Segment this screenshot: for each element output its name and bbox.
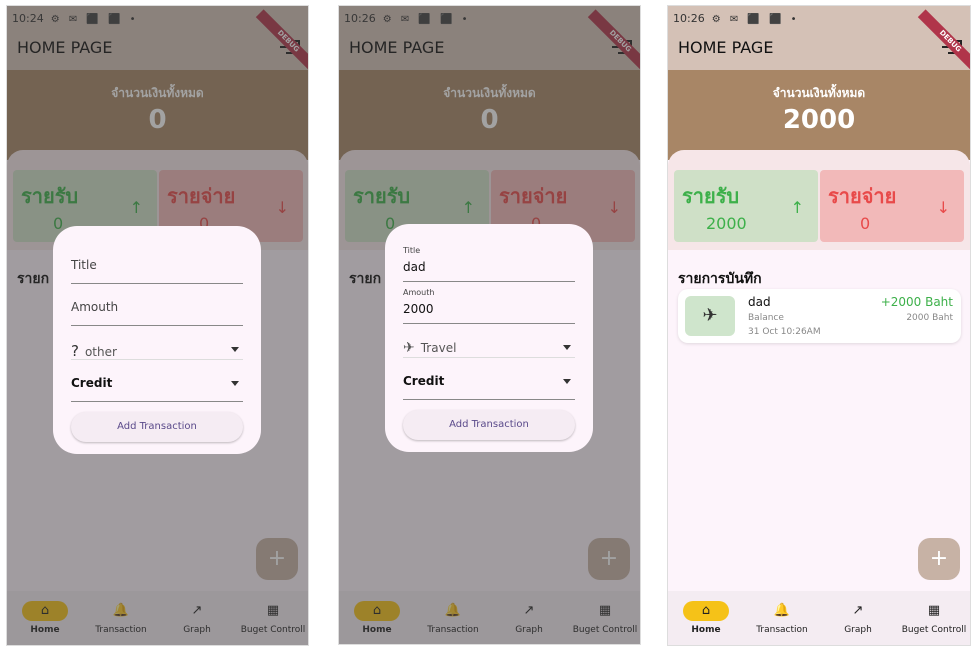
nav-budget-label: Buget Controll	[901, 625, 967, 635]
nav-home[interactable]: ⌂ Home	[668, 591, 744, 645]
title-value: dad	[403, 260, 426, 274]
transaction-name: dad	[748, 295, 771, 309]
expense-value: 0	[860, 214, 871, 233]
title-field[interactable]: Title dad	[403, 242, 575, 282]
nav-transaction-label: Transaction	[756, 625, 808, 635]
income-card[interactable]: รายรับ 2000 ↑	[674, 170, 818, 242]
amount-value: 2000	[403, 302, 434, 316]
arrow-up-icon: ↑	[790, 198, 804, 217]
screen-home-add-empty: 10:24 ⚙ ✉ ⬛ ⬛ • HOME PAGE DEBUG จำนวนเงิน…	[6, 5, 309, 646]
title-label: Title	[403, 246, 421, 255]
arrow-down-icon: ↓	[936, 198, 950, 217]
airplane-icon: ✈	[403, 340, 415, 356]
amount-label: Amouth	[403, 288, 435, 297]
screen-home-result: 10:26 ⚙ ✉ ⬛ ⬛ • HOME PAGE DEBUG จำนวนเงิน…	[667, 5, 971, 646]
nav-transaction[interactable]: 🔔 Transaction	[744, 591, 820, 645]
balance-total: 2000	[782, 105, 856, 135]
balance-summary: จำนวนเงินทั้งหมด 2000	[668, 70, 970, 160]
balance-caption: Balance	[748, 313, 784, 323]
add-fab-button[interactable]: +	[918, 538, 960, 580]
list-title: รายการบันทึก	[678, 271, 762, 287]
nav-graph-label: Graph	[844, 625, 872, 635]
amount-field[interactable]: Amouth	[71, 286, 243, 326]
income-label: รายรับ	[682, 184, 740, 208]
nav-graph[interactable]: ↗ Graph	[820, 591, 896, 645]
graph-icon: ↗	[852, 603, 864, 618]
chevron-down-icon	[563, 345, 571, 350]
income-value: 2000	[706, 214, 747, 233]
type-select[interactable]: Credit	[71, 362, 243, 402]
budget-icon: ▦	[927, 603, 941, 618]
status-icons: ⚙ ✉ ⬛ ⬛ •	[711, 14, 800, 25]
category-select[interactable]: ? other	[71, 328, 243, 360]
home-icon: ⌂	[683, 601, 729, 621]
add-transaction-button[interactable]: Add Transaction	[71, 412, 243, 442]
nav-home-label: Home	[691, 625, 721, 635]
balance-amount: 2000 Baht	[906, 313, 953, 323]
balance-label: จำนวนเงินทั้งหมด	[772, 86, 866, 100]
question-icon: ?	[71, 342, 79, 360]
title-field[interactable]: Title	[71, 244, 243, 284]
category-value: other	[84, 345, 117, 359]
add-transaction-dialog: Title dad Amouth 2000 ✈ Travel Credit Add T…	[385, 224, 593, 452]
screen-home-add-filled: 10:26 ⚙ ✉ ⬛ ⬛ • HOME PAGE DEBUG จำนวนเงิน…	[338, 5, 641, 645]
type-value: Credit	[71, 376, 113, 390]
title-placeholder: Title	[71, 258, 97, 272]
airplane-icon: ✈	[685, 296, 735, 336]
chevron-down-icon	[563, 379, 571, 384]
expense-card[interactable]: รายจ่าย 0 ↓	[820, 170, 964, 242]
amount-placeholder: Amouth	[71, 300, 119, 314]
page-title: HOME PAGE	[678, 38, 774, 57]
add-transaction-button[interactable]: Add Transaction	[403, 410, 575, 440]
amount-field[interactable]: Amouth 2000	[403, 284, 575, 324]
expense-label: รายจ่าย	[828, 184, 897, 208]
category-value: Travel	[420, 341, 457, 355]
chevron-down-icon	[231, 347, 239, 352]
summary-cards: รายรับ 2000 ↑ รายจ่าย 0 ↓	[668, 150, 970, 250]
transaction-date: 31 Oct 10:26AM	[748, 327, 821, 337]
bell-icon: 🔔	[773, 603, 791, 618]
transaction-item[interactable]: ✈ dad +2000 Baht Balance 2000 Baht 31 Oc…	[678, 289, 961, 343]
status-time: 10:26	[673, 12, 705, 25]
type-value: Credit	[403, 374, 445, 388]
nav-budget[interactable]: ▦ Buget Controll	[896, 591, 970, 645]
add-transaction-dialog: Title Amouth ? other Credit Add Transacti…	[53, 226, 261, 454]
bottom-nav: ⌂ Home 🔔 Transaction ↗ Graph ▦ Buget Control…	[668, 591, 970, 645]
category-select[interactable]: ✈ Travel	[403, 326, 575, 358]
transaction-amount: +2000 Baht	[880, 295, 953, 309]
chevron-down-icon	[231, 381, 239, 386]
app-bar: HOME PAGE DEBUG	[668, 9, 970, 74]
type-select[interactable]: Credit	[403, 360, 575, 400]
